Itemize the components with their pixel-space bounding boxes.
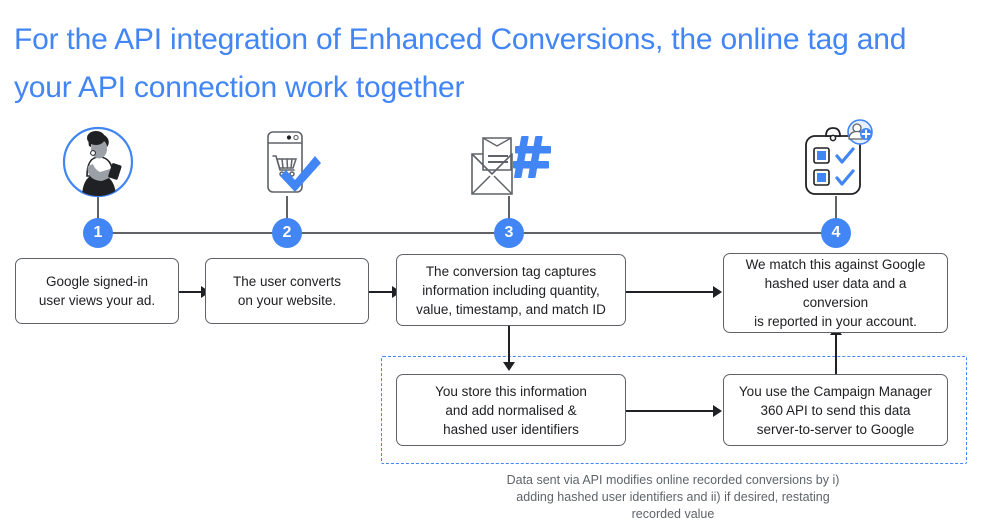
box-campaign-manager-360-api[interactable]: You use the Campaign Manager 360 API to …	[723, 374, 948, 446]
step-marker-3[interactable]: 3	[494, 218, 524, 248]
step-marker-4[interactable]: 4	[821, 218, 851, 248]
diagram-canvas: For the API integration of Enhanced Conv…	[0, 0, 988, 531]
node-2-line-2: on your website.	[237, 293, 337, 308]
box-conversion-tag-captures[interactable]: The conversion tag captures information …	[396, 254, 626, 326]
timeline-segment-1-2	[110, 232, 274, 234]
connector-6-to-4	[835, 333, 837, 375]
person-using-phone-icon	[58, 126, 138, 198]
step-number-1: 1	[93, 224, 103, 241]
node-5-line-2: and add normalised &	[445, 402, 577, 418]
connector-3-to-5	[508, 326, 510, 366]
node-4-line-4: is reported in your account.	[754, 314, 917, 329]
envelope-hash-icon	[466, 132, 556, 198]
node-4-line-3: conversion	[802, 295, 869, 310]
node-1-line-2: user views your ad.	[38, 293, 156, 308]
step-number-2: 2	[282, 224, 292, 241]
footnote-caption: Data sent via API modifies online record…	[428, 472, 918, 523]
connector-2-to-3	[368, 291, 395, 293]
node-3-line-3: value, timestamp, and match ID	[416, 301, 606, 317]
arrowhead-5-to-6	[713, 405, 722, 417]
node-5-line-1: You store this information	[435, 383, 587, 399]
timeline-segment-3-4	[522, 232, 824, 234]
step-number-3: 3	[504, 224, 514, 241]
box-store-and-hash-identifiers[interactable]: You store this information and add norma…	[396, 374, 626, 446]
clipboard-checklist-add-user-icon	[798, 118, 878, 198]
node-6-line-1: You use the Campaign Manager	[738, 383, 933, 399]
arrowhead-3-to-5	[503, 362, 515, 371]
arrowhead-3-to-4	[713, 286, 722, 298]
connector-3-to-4	[626, 291, 716, 293]
step-number-4: 4	[831, 224, 841, 241]
node-2-line-1: The user converts	[232, 274, 342, 289]
connector-5-to-6	[626, 410, 716, 412]
node-5-line-3: hashed user identifiers	[443, 421, 579, 437]
node-4-line-1: We match this against Google	[745, 257, 926, 272]
node-6-line-2: 360 API to send this data	[760, 402, 911, 418]
page-title: For the API integration of Enhanced Conv…	[14, 23, 907, 104]
node-4-line-2: hashed user data and a	[764, 276, 907, 291]
node-3-line-1: The conversion tag captures	[425, 263, 597, 279]
node-1-line-1: Google signed-in	[45, 274, 149, 289]
caption-line-3: recorded value	[631, 507, 715, 521]
caption-line-2: adding hashed user identifiers and ii) i…	[516, 490, 830, 504]
step-marker-1[interactable]: 1	[83, 218, 113, 248]
step-marker-2[interactable]: 2	[272, 218, 302, 248]
caption-line-1: Data sent via API modifies online record…	[506, 473, 840, 487]
connector-1-to-2	[178, 291, 203, 293]
timeline-segment-2-3	[300, 232, 496, 234]
node-6-line-3: server-to-server to Google	[756, 421, 915, 437]
box-user-converts[interactable]: The user converts on your website.	[205, 258, 369, 324]
node-3-line-2: information including quantity,	[422, 282, 600, 298]
box-google-match-conversion[interactable]: We match this against Google hashed user…	[723, 253, 948, 333]
box-google-signed-in-user[interactable]: Google signed-in user views your ad.	[15, 258, 179, 324]
mobile-cart-checkmark-icon	[252, 126, 324, 198]
